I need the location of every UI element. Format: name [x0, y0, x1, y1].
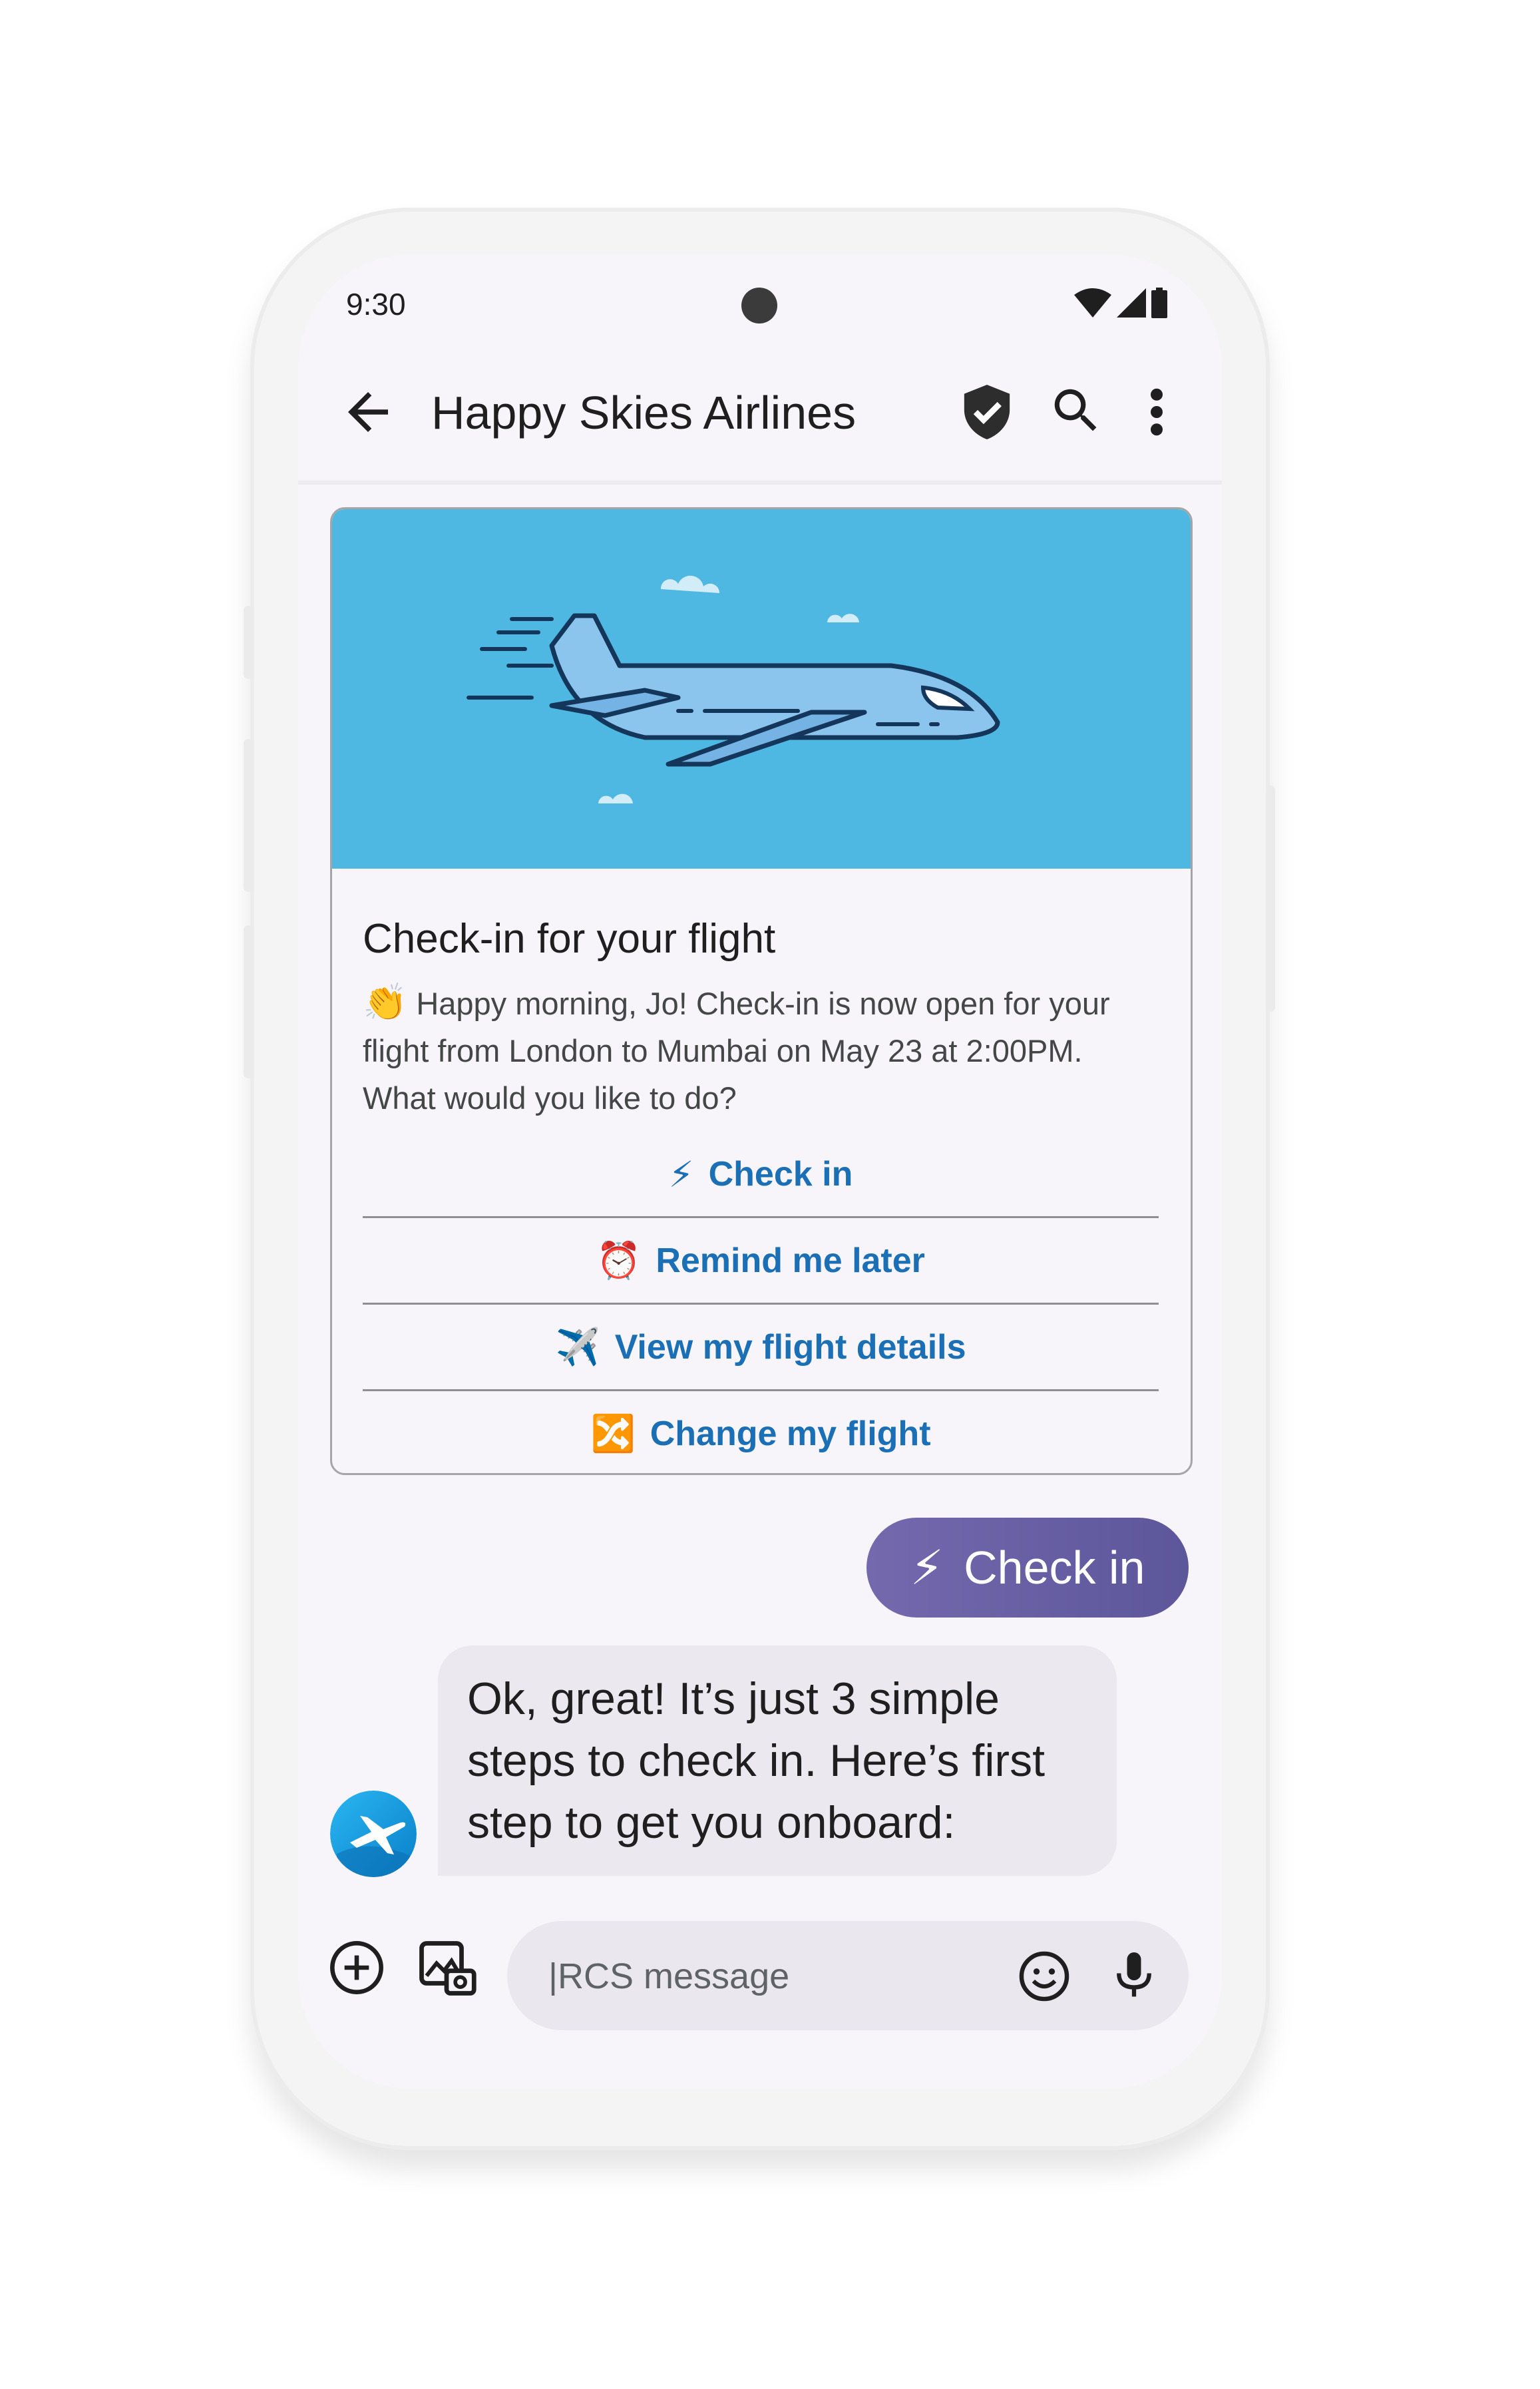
action-check-in[interactable]: ⚡ Check in	[363, 1131, 1159, 1217]
volume-down-button	[244, 925, 253, 1078]
phone-screen: 9:30 Happy Skies Airlines Check-in for y…	[298, 254, 1222, 2089]
shuffle-icon: 🔀	[590, 1413, 636, 1454]
message-input[interactable]: |RCS message	[507, 1921, 1189, 2030]
camera-cutout	[741, 288, 777, 324]
add-icon[interactable]	[327, 1938, 386, 1997]
airline-logo-icon	[330, 1791, 417, 1877]
emoji-icon[interactable]	[1016, 1948, 1073, 2005]
gallery-camera-icon[interactable]	[417, 1938, 477, 1998]
action-label: Remind me later	[656, 1241, 925, 1280]
wifi-icon	[1074, 288, 1111, 318]
app-bar: Happy Skies Airlines	[298, 347, 1222, 485]
signal-icon	[1117, 288, 1146, 318]
user-reply-text: Check in	[964, 1542, 1145, 1594]
side-button	[244, 606, 253, 679]
action-remind-me-later[interactable]: ⏰ Remind me later	[363, 1217, 1159, 1304]
status-icons	[1074, 288, 1167, 318]
airplane-icon: ✈️	[555, 1327, 600, 1367]
volume-up-button	[244, 739, 253, 892]
airplane-illustration	[467, 575, 1000, 803]
action-label: Check in	[708, 1155, 853, 1194]
verified-shield-icon[interactable]	[960, 382, 1014, 442]
card-media	[332, 509, 1191, 869]
action-label: Change my flight	[650, 1414, 931, 1453]
status-time: 9:30	[346, 287, 406, 322]
action-view-flight-details[interactable]: ✈️ View my flight details	[363, 1304, 1159, 1391]
card-description: 👏 Happy morning, Jo! Check-in is now ope…	[363, 979, 1155, 1122]
alarm-clock-icon: ⏰	[596, 1240, 642, 1281]
microphone-icon[interactable]	[1106, 1946, 1162, 2005]
search-icon[interactable]	[1048, 382, 1105, 439]
message-input-placeholder: |RCS message	[548, 1956, 790, 1996]
lightning-icon: ⚡	[910, 1542, 944, 1595]
lightning-icon: ⚡	[668, 1154, 694, 1195]
action-change-flight[interactable]: 🔀 Change my flight	[363, 1391, 1159, 1473]
card-description-text: Happy morning, Jo! Check-in is now open …	[363, 986, 1110, 1116]
avatar	[330, 1791, 417, 1877]
bot-message-text: Ok, great! It’s just 3 simple steps to c…	[467, 1673, 1045, 1848]
power-button	[1266, 785, 1275, 1012]
more-options-icon[interactable]	[1143, 382, 1170, 442]
action-label: View my flight details	[614, 1328, 966, 1367]
rich-card: Check-in for your flight 👏 Happy morning…	[330, 507, 1193, 1475]
battery-icon	[1151, 288, 1167, 318]
clapping-hands-emoji: 👏	[363, 982, 408, 1022]
user-reply-bubble: ⚡ Check in	[866, 1518, 1189, 1618]
conversation-title: Happy Skies Airlines	[431, 387, 857, 439]
bot-message-bubble: Ok, great! It’s just 3 simple steps to c…	[438, 1645, 1117, 1876]
card-title: Check-in for your flight	[363, 916, 776, 962]
back-arrow-icon[interactable]	[338, 382, 398, 442]
